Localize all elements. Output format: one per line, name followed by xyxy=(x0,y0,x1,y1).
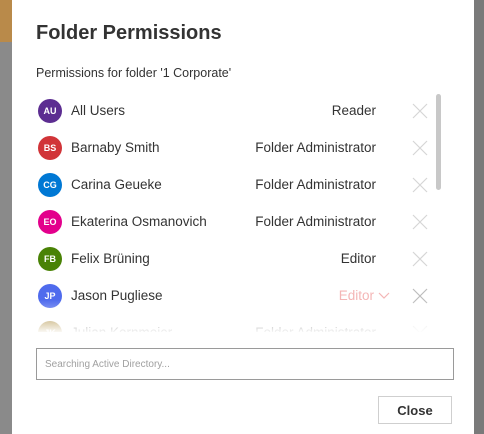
close-icon[interactable] xyxy=(412,288,428,304)
close-icon[interactable] xyxy=(412,177,428,193)
role-text: Folder Administrator xyxy=(255,214,376,229)
avatar: CG xyxy=(38,172,62,197)
user-name: Barnaby Smith xyxy=(71,140,160,155)
avatar: BS xyxy=(38,135,62,160)
avatar: JK xyxy=(38,320,62,332)
close-icon[interactable] xyxy=(412,140,428,156)
role-label: Folder Administrator xyxy=(255,214,376,229)
user-name: Felix Brüning xyxy=(71,251,150,266)
permission-row: BS Barnaby Smith Folder Administrator xyxy=(34,129,458,166)
role-text: Folder Administrator xyxy=(255,325,376,332)
user-name: Julian Kornmeier xyxy=(71,325,241,332)
role-select[interactable]: Editor xyxy=(339,288,390,303)
role-label: Folder Administrator xyxy=(255,325,376,332)
close-icon[interactable] xyxy=(412,103,428,119)
avatar: JP xyxy=(38,283,62,308)
folder-permissions-dialog: Folder Permissions Permissions for folde… xyxy=(12,0,474,434)
role-label: Folder Administrator xyxy=(255,177,376,192)
background-accent xyxy=(0,0,12,42)
role-text: Folder Administrator xyxy=(255,177,376,192)
chevron-down-icon[interactable] xyxy=(378,292,390,300)
role-text: Editor xyxy=(340,251,376,266)
dialog-title: Folder Permissions xyxy=(36,22,222,44)
permission-row: FB Felix Brüning Editor xyxy=(34,240,458,277)
role-text: Editor xyxy=(338,288,374,303)
close-icon[interactable] xyxy=(412,325,428,333)
permission-row: CG Carina Geueke Folder Administrator xyxy=(34,166,458,203)
role-label: Editor xyxy=(341,251,376,266)
search-input[interactable] xyxy=(36,348,454,380)
role-text: Folder Administrator xyxy=(255,140,376,155)
avatar: AU xyxy=(38,98,62,123)
user-name: Ekaterina Osmanovich xyxy=(71,214,207,229)
permission-row: AU All Users Reader xyxy=(34,92,458,129)
role-label: Reader xyxy=(332,103,376,118)
avatar: EO xyxy=(38,209,62,234)
role-text: Reader xyxy=(331,103,376,118)
permission-row: EO Ekaterina Osmanovich Folder Administrat… xyxy=(34,203,458,240)
permissions-list[interactable]: AU All Users Reader BS Barnaby Smith Folder A… xyxy=(34,92,458,332)
dialog-subtitle: Permissions for folder '1 Corporate' xyxy=(36,66,232,80)
close-icon[interactable] xyxy=(412,214,428,230)
permission-row: JP Jason Pugliese Editor xyxy=(34,277,458,314)
background-left xyxy=(0,0,12,434)
background-right xyxy=(474,0,484,434)
user-name: Jason Pugliese xyxy=(71,288,163,303)
close-button[interactable]: Close xyxy=(378,396,452,424)
user-name: Carina Geueke xyxy=(71,177,162,192)
user-name: All Users xyxy=(71,103,126,118)
permission-row: JK Julian Kornmeier Folder Administrator xyxy=(34,314,458,332)
close-icon[interactable] xyxy=(412,251,428,267)
role-label: Folder Administrator xyxy=(255,140,376,155)
avatar: FB xyxy=(38,246,62,271)
list-scrollbar[interactable] xyxy=(436,94,441,190)
